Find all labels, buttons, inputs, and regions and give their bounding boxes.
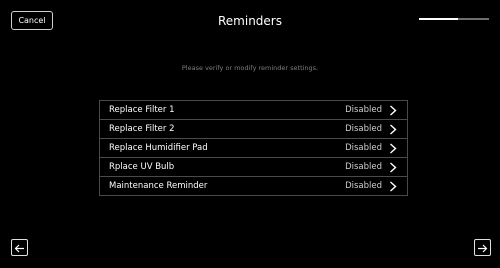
back-button[interactable] xyxy=(11,239,28,256)
reminder-status: Disabled xyxy=(345,162,382,172)
chevron-right-icon xyxy=(387,180,399,192)
arrow-right-icon xyxy=(477,238,488,257)
next-button[interactable] xyxy=(474,239,491,256)
progress-bar-fill xyxy=(419,18,458,20)
reminder-label: Replace Filter 2 xyxy=(109,124,175,134)
chevron-right-icon xyxy=(387,123,399,135)
reminder-label: Maintenance Reminder xyxy=(109,181,208,191)
reminder-row-maintenance[interactable]: Maintenance Reminder Disabled xyxy=(99,177,408,196)
reminder-label: Replace Humidifier Pad xyxy=(109,143,208,153)
reminder-row-uv-bulb[interactable]: Rplace UV Bulb Disabled xyxy=(99,158,408,177)
arrow-left-icon xyxy=(14,238,25,257)
reminder-label: Rplace UV Bulb xyxy=(109,162,175,172)
reminder-status: Disabled xyxy=(345,105,382,115)
progress-bar xyxy=(419,18,489,20)
reminder-status: Disabled xyxy=(345,143,382,153)
reminders-screen: Cancel Reminders Please verify or modify… xyxy=(0,0,500,268)
chevron-right-icon xyxy=(387,104,399,116)
instructions-text: Please verify or modify reminder setting… xyxy=(181,64,319,72)
reminder-row-humidifier-pad[interactable]: Replace Humidifier Pad Disabled xyxy=(99,139,408,158)
page-title: Reminders xyxy=(218,14,282,28)
reminder-label: Replace Filter 1 xyxy=(109,105,175,115)
chevron-right-icon xyxy=(387,142,399,154)
reminder-status: Disabled xyxy=(345,124,382,134)
chevron-right-icon xyxy=(387,161,399,173)
reminder-row-filter-2[interactable]: Replace Filter 2 Disabled xyxy=(99,120,408,139)
reminders-list: Replace Filter 1 Disabled Replace Filter… xyxy=(99,100,408,196)
reminder-row-filter-1[interactable]: Replace Filter 1 Disabled xyxy=(99,101,408,120)
reminder-status: Disabled xyxy=(345,181,382,191)
